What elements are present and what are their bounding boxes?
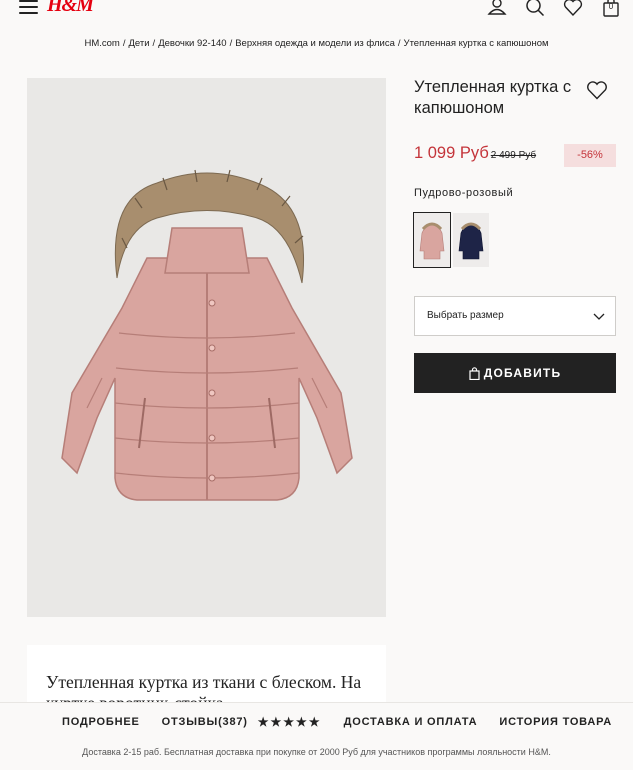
swatch-navy[interactable] [453,213,489,267]
product-title: Утепленная куртка с капюшоном [414,78,572,117]
info-tabs: ПОДРОБНЕЕ ОТЗЫВЫ(387) ★★★★★ ДОСТАВКА И ОП… [62,715,612,729]
cart-count: 0 [608,2,614,11]
site-header: H&M 0 [0,0,633,22]
favorite-heart-icon[interactable] [586,80,608,100]
bag-icon [469,366,480,380]
search-icon[interactable] [525,0,545,17]
menu-icon[interactable] [19,0,38,14]
add-to-cart-label: ДОБАВИТЬ [483,366,562,380]
color-name: Пудрово-розовый [414,187,514,199]
tab-history-label: ИСТОРИЯ ТОВАРА [499,716,613,728]
size-select-label: Выбрать размер [427,310,504,321]
product-image[interactable] [27,78,386,617]
header-icons: 0 [487,0,621,17]
tab-details-label: ПОДРОБНЕЕ [62,716,140,728]
rating-stars: ★★★★★ [257,715,322,729]
breadcrumb-item[interactable]: Дети [128,38,149,49]
price-old: 2 499 Руб [490,150,537,161]
cart-icon[interactable]: 0 [601,0,621,17]
breadcrumb-item[interactable]: HM.com [84,38,119,49]
price-row: 1 099 Руб 2 499 Руб -56% [414,144,616,168]
breadcrumb-item-current[interactable]: Утепленная куртка с капюшоном [404,38,549,49]
price-current: 1 099 Руб [414,144,489,162]
breadcrumb-item[interactable]: Верхняя одежда и модели из флиса [235,38,395,49]
favorites-icon[interactable] [563,0,583,17]
delivery-promo: Доставка 2-15 раб. Бесплатная доставка п… [82,747,551,757]
size-select[interactable]: Выбрать размер [414,296,616,336]
bottom-bar: ПОДРОБНЕЕ ОТЗЫВЫ(387) ★★★★★ ДОСТАВКА И ОП… [0,702,633,770]
color-swatches [413,212,489,268]
chevron-down-icon [593,313,605,320]
discount-badge: -56% [564,144,616,167]
tab-history[interactable]: ИСТОРИЯ ТОВАРА [499,715,612,729]
tab-details[interactable]: ПОДРОБНЕЕ [62,715,140,729]
tab-reviews[interactable]: ОТЗЫВЫ(387) ★★★★★ [162,715,322,729]
brand-logo[interactable]: H&M [47,0,94,17]
tab-delivery-label: ДОСТАВКА И ОПЛАТА [343,716,478,728]
account-icon[interactable] [487,0,507,17]
breadcrumb: HM.com / Дети / Девочки 92-140/Верхняя одежд… [84,38,549,49]
tab-reviews-label: ОТЗЫВЫ(387) [161,716,248,728]
tab-delivery[interactable]: ДОСТАВКА И ОПЛАТА [344,715,478,729]
swatch-pink[interactable] [413,212,451,268]
add-to-cart-button[interactable]: ДОБАВИТЬ [414,353,616,393]
breadcrumb-item[interactable]: Девочки 92-140 [158,38,226,49]
